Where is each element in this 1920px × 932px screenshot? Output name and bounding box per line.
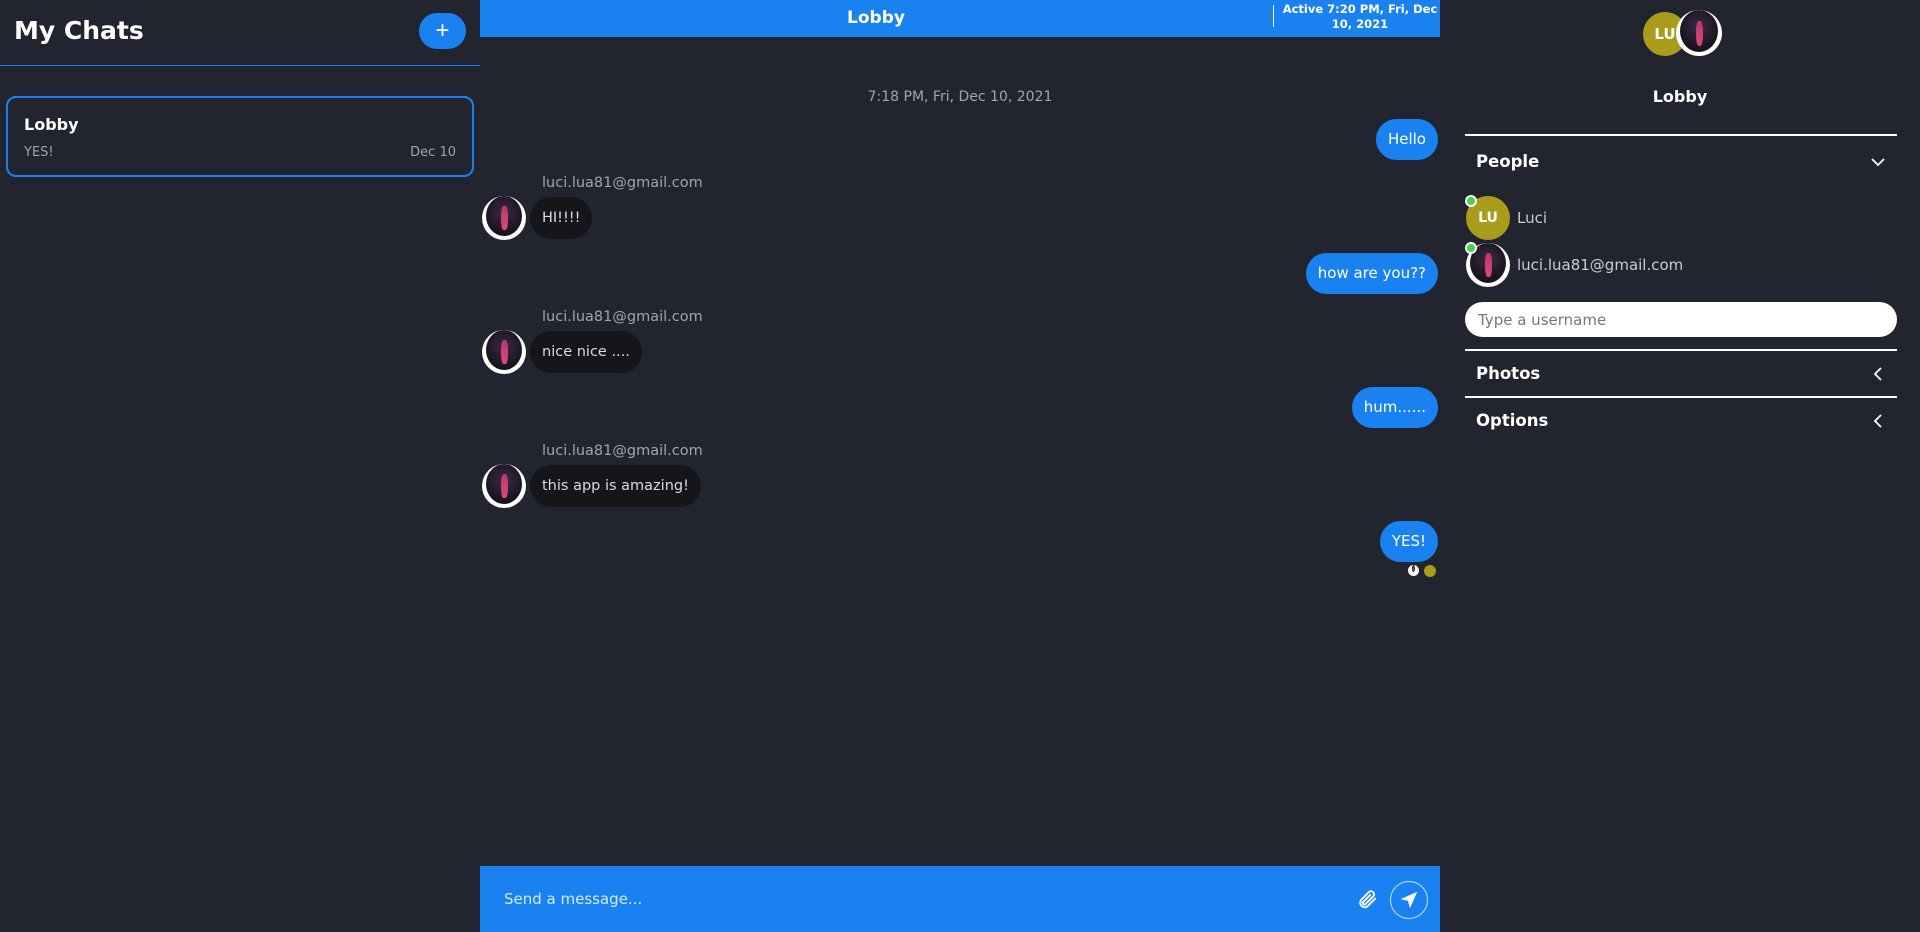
- their-message-bubble: nice nice ....: [530, 331, 642, 373]
- chat-details-panel: LU Lobby People LU Luci luci.lua81@gmail…: [1440, 0, 1920, 932]
- people-section-label: People: [1476, 152, 1540, 171]
- photos-section-label: Photos: [1476, 364, 1541, 383]
- sender-avatar: [482, 464, 526, 508]
- active-status: Active 7:20 PM, Fri, Dec 10, 2021: [1282, 2, 1438, 31]
- my-message-bubble: Hello: [1375, 119, 1438, 160]
- person-name: Luci: [1517, 209, 1548, 227]
- my-message-bubble: how are you??: [1305, 253, 1438, 294]
- chat-app: My Chats + Lobby YES! Dec 10 Lobby Activ…: [0, 0, 1920, 932]
- message-timestamp: 7:18 PM, Fri, Dec 10, 2021: [867, 89, 1053, 105]
- sender-name: luci.lua81@gmail.com: [542, 175, 703, 191]
- header-avatar-photo: [1676, 10, 1722, 56]
- their-message-bubble: this app is amazing!: [530, 465, 701, 507]
- paper-plane-icon: [1400, 891, 1418, 909]
- details-title: Lobby: [1652, 87, 1708, 106]
- sidebar-header: My Chats +: [0, 0, 480, 66]
- paperclip-icon[interactable]: [1356, 888, 1380, 912]
- my-message-bubble: hum......: [1351, 387, 1438, 428]
- username-input[interactable]: [1465, 302, 1897, 337]
- person-row-email: luci.lua81@gmail.com: [1465, 242, 1886, 287]
- chat-title: Lobby: [847, 8, 905, 28]
- options-section-label: Options: [1476, 411, 1549, 430]
- sender-avatar: [482, 196, 526, 240]
- chat-card-last-message: YES!: [24, 145, 54, 160]
- chat-card-title: Lobby: [24, 115, 79, 134]
- chat-feed: Lobby Active 7:20 PM, Fri, Dec 10, 2021 …: [480, 0, 1440, 932]
- message-input[interactable]: [504, 882, 1324, 916]
- message-composer: [480, 866, 1440, 932]
- online-indicator: [1465, 195, 1477, 207]
- sidebar-title: My Chats: [14, 16, 144, 45]
- sender-name: luci.lua81@gmail.com: [542, 443, 703, 459]
- chevron-down-icon: [1871, 158, 1885, 167]
- chat-card-date: Dec 10: [410, 145, 456, 160]
- my-message-bubble: YES!: [1379, 521, 1438, 562]
- chat-list-sidebar: My Chats + Lobby YES! Dec 10: [0, 0, 480, 932]
- chat-title-bar: Lobby Active 7:20 PM, Fri, Dec 10, 2021: [480, 0, 1440, 37]
- photos-section-header[interactable]: Photos: [1465, 349, 1897, 395]
- person-name: luci.lua81@gmail.com: [1517, 256, 1684, 274]
- read-receipt-avatar-lu: [1424, 565, 1436, 577]
- chevron-left-icon: [1873, 414, 1882, 428]
- chevron-left-icon: [1873, 367, 1882, 381]
- their-message-bubble: HI!!!!: [530, 197, 593, 239]
- options-section-header[interactable]: Options: [1465, 396, 1897, 442]
- send-button[interactable]: [1390, 881, 1428, 919]
- chat-card-lobby[interactable]: Lobby YES! Dec 10: [6, 96, 474, 177]
- online-indicator: [1465, 242, 1477, 254]
- new-chat-button[interactable]: +: [419, 13, 466, 49]
- sender-avatar: [482, 330, 526, 374]
- person-row-luci: LU Luci: [1465, 195, 1886, 240]
- read-receipt-avatar: [1408, 565, 1419, 576]
- sender-name: luci.lua81@gmail.com: [542, 309, 703, 325]
- title-divider: [1273, 5, 1274, 27]
- people-section-header[interactable]: People: [1465, 134, 1897, 174]
